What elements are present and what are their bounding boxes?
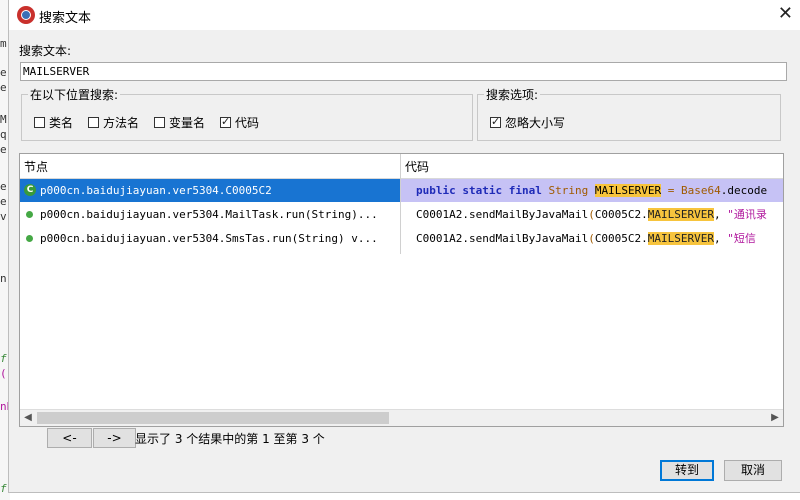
checkbox-box[interactable]: [220, 115, 231, 128]
scrollbar-thumb[interactable]: [37, 412, 389, 424]
column-header-code[interactable]: 代码: [401, 154, 429, 178]
checkbox-box[interactable]: [154, 117, 165, 128]
code-call: C0001A2.sendMailByJavaMail: [416, 232, 589, 245]
search-location-legend: 在以下位置搜索:: [28, 86, 121, 103]
close-icon[interactable]: ✕: [778, 4, 793, 24]
code-comma: ,: [714, 232, 728, 245]
search-text-dialog: 搜索文本 ✕ 搜索文本: MAILSERVER 在以下位置搜索: 类名 方法名 …: [8, 0, 800, 493]
prev-page-button[interactable]: <-: [47, 428, 92, 448]
node-cell: C p000cn.baidujiayuan.ver5304.C0005C2: [20, 179, 400, 202]
code-paren: (: [588, 232, 595, 245]
table-row[interactable]: C p000cn.baidujiayuan.ver5304.C0005C2 pu…: [20, 179, 783, 202]
dialog-title: 搜索文本: [39, 11, 92, 26]
table-header: 节点 代码: [20, 154, 783, 179]
code-comma: ,: [714, 208, 728, 221]
editor-fragment: (: [0, 367, 7, 380]
checkbox-method-name[interactable]: 方法名: [88, 114, 139, 131]
checkbox-class-name[interactable]: 类名: [34, 114, 73, 131]
checkbox-ignore-case[interactable]: 忽略大小写: [490, 114, 565, 131]
search-location-group: 在以下位置搜索: 类名 方法名 变量名 代码: [21, 86, 473, 141]
search-text-label: 搜索文本:: [19, 44, 72, 58]
code-cell: public static final String MAILSERVER = …: [401, 179, 783, 202]
scroll-right-icon[interactable]: ▶: [767, 410, 783, 426]
code-rest: .decode: [720, 184, 768, 197]
search-options-legend: 搜索选项:: [484, 86, 541, 103]
editor-fragment: e: [0, 66, 7, 79]
editor-fragment: e: [0, 180, 7, 193]
editor-fragment: n: [0, 272, 7, 285]
code-keyword: public static final: [416, 184, 542, 197]
code-paren: (: [588, 208, 595, 221]
editor-fragment: f: [0, 352, 7, 365]
checkbox-code[interactable]: 代码: [220, 114, 259, 131]
editor-fragment: e: [0, 81, 7, 94]
code-expression: Base64: [680, 184, 721, 197]
table-row[interactable]: p000cn.baidujiayuan.ver5304.MailTask.run…: [20, 203, 783, 226]
node-cell: p000cn.baidujiayuan.ver5304.SmsTas.run(S…: [20, 227, 400, 250]
editor-fragment: q: [0, 128, 7, 141]
checkbox-label: 忽略大小写: [505, 116, 566, 130]
goto-button[interactable]: 转到: [660, 460, 714, 481]
app-logo-icon: [17, 6, 35, 24]
column-divider[interactable]: [400, 154, 401, 254]
code-call: C0001A2.sendMailByJavaMail: [416, 208, 589, 221]
match-highlight: MAILSERVER: [647, 208, 715, 221]
checkbox-box[interactable]: [490, 115, 501, 128]
scroll-left-icon[interactable]: ◀: [20, 410, 36, 426]
node-cell: p000cn.baidujiayuan.ver5304.MailTask.run…: [20, 203, 400, 226]
checkbox-label: 变量名: [169, 116, 206, 130]
checkbox-box[interactable]: [34, 117, 45, 128]
editor-fragment: m: [0, 37, 7, 50]
title-bar: 搜索文本 ✕: [9, 0, 800, 30]
code-string: "短信: [727, 232, 756, 245]
method-icon: [26, 235, 33, 242]
method-icon: [26, 211, 33, 218]
code-cell: C0001A2.sendMailByJavaMail(C0005C2.MAILS…: [401, 227, 783, 250]
code-operator: =: [667, 184, 675, 197]
editor-fragment: f: [0, 482, 7, 495]
column-header-node[interactable]: 节点: [20, 154, 48, 178]
editor-fragment: e: [0, 143, 7, 156]
horizontal-scrollbar[interactable]: ◀ ▶: [20, 409, 783, 426]
code-string: "通讯录: [727, 208, 767, 221]
results-table: 节点 代码 C p000cn.baidujiayuan.ver5304.C000…: [19, 153, 784, 427]
checkbox-label: 类名: [49, 116, 74, 130]
table-row[interactable]: p000cn.baidujiayuan.ver5304.SmsTas.run(S…: [20, 227, 783, 250]
checkbox-label: 方法名: [103, 116, 140, 130]
checkbox-label: 代码: [235, 116, 260, 130]
editor-fragment: M: [0, 113, 7, 126]
code-type: String: [548, 184, 589, 197]
code-class-ref: C0005C2.: [594, 232, 648, 245]
code-class-ref: C0005C2.: [594, 208, 648, 221]
checkbox-box[interactable]: [88, 117, 99, 128]
checkbox-variable-name[interactable]: 变量名: [154, 114, 205, 131]
search-options-group: 搜索选项: 忽略大小写: [477, 86, 781, 141]
result-status-text: 显示了 3 个结果中的第 1 至第 3 个: [135, 432, 325, 446]
code-cell: C0001A2.sendMailByJavaMail(C0005C2.MAILS…: [401, 203, 783, 226]
match-highlight: MAILSERVER: [647, 232, 715, 245]
class-icon: C: [24, 184, 36, 196]
cancel-button[interactable]: 取消: [724, 460, 782, 481]
editor-fragment: v: [0, 210, 7, 223]
match-highlight: MAILSERVER: [594, 184, 662, 197]
editor-fragment: e: [0, 195, 7, 208]
search-input[interactable]: MAILSERVER: [20, 62, 787, 81]
next-page-button[interactable]: ->: [93, 428, 136, 448]
